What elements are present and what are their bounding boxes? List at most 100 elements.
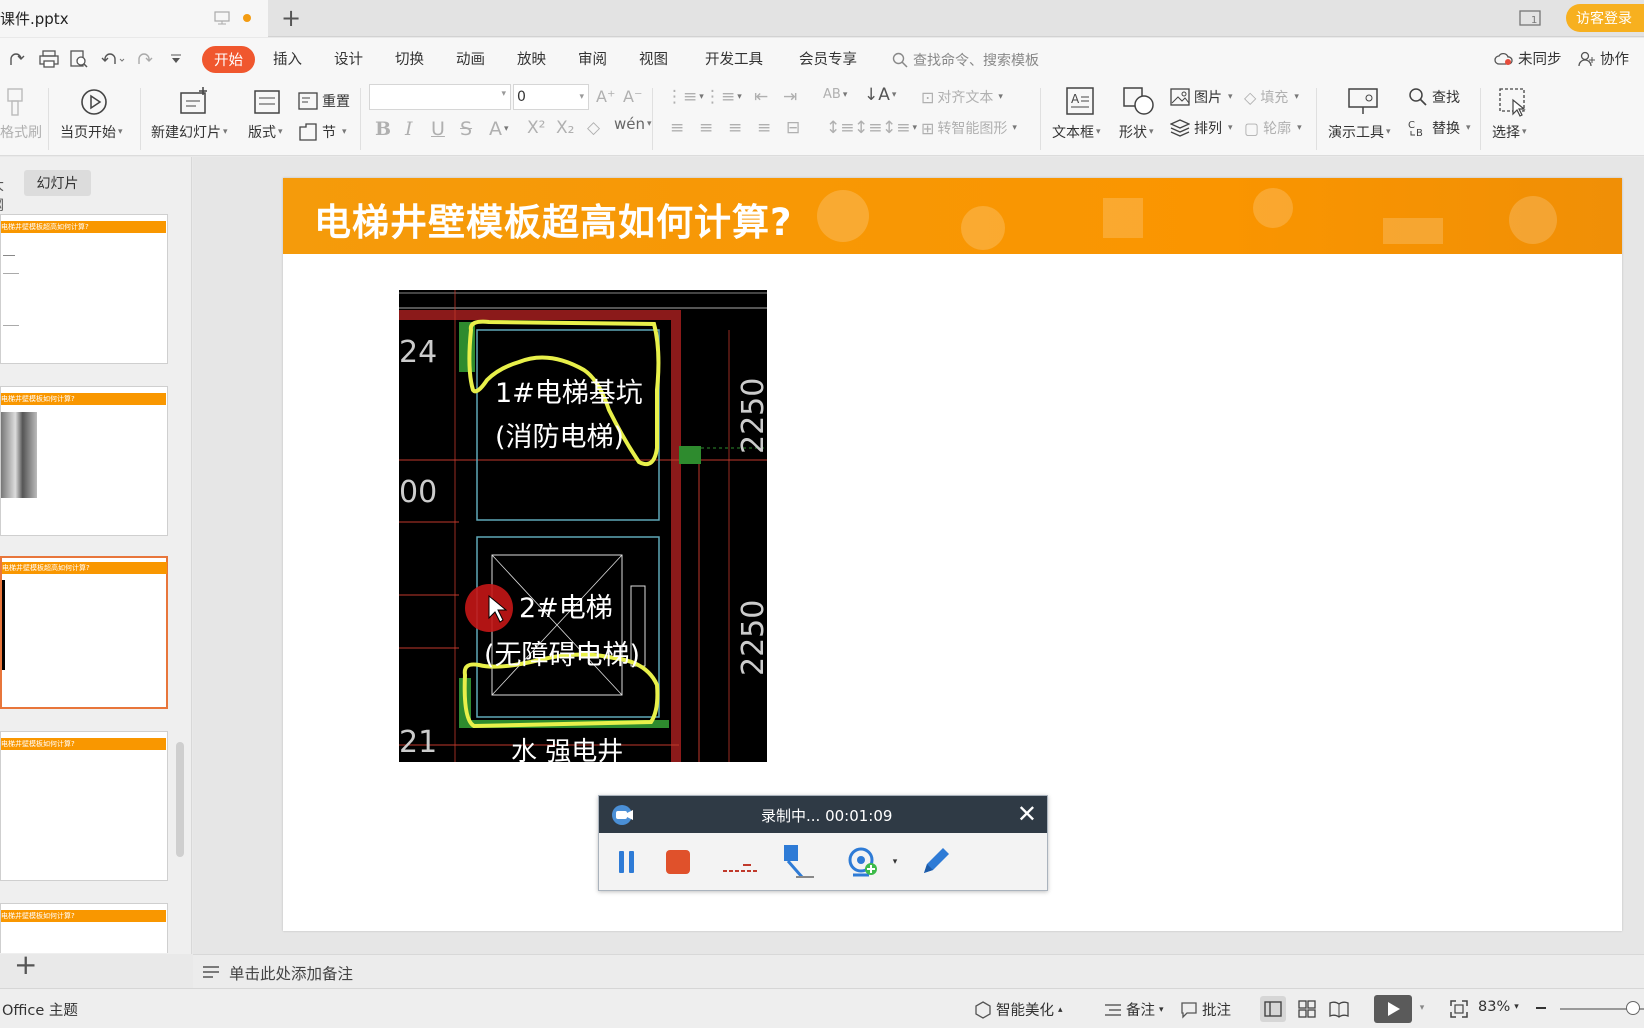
replace-button[interactable]: CB 替换 ▾ bbox=[1408, 118, 1471, 138]
arrange-button[interactable]: 排列 ▾ bbox=[1170, 118, 1233, 138]
fill-button[interactable]: ◇ 填充 ▾ bbox=[1244, 87, 1299, 107]
smartart-button[interactable]: ⊞ 转智能图形 ▾ bbox=[921, 118, 1017, 138]
recorder-header[interactable]: 录制中... 00:01:09 ✕ bbox=[599, 796, 1047, 833]
layout-icon[interactable] bbox=[252, 87, 282, 117]
text-direction-icon[interactable]: ↓A ▾ bbox=[864, 85, 896, 105]
fit-window-icon[interactable] bbox=[1448, 998, 1470, 1020]
distribute-icon[interactable]: ⊟ bbox=[786, 118, 800, 138]
align-text-button[interactable]: ⊡ 对齐文本 ▾ bbox=[921, 87, 1003, 107]
stop-icon[interactable] bbox=[663, 847, 693, 877]
collaborate-button[interactable]: 协作 bbox=[1578, 48, 1629, 69]
webcam-dropdown-icon[interactable]: ▾ bbox=[889, 856, 901, 868]
pause-icon[interactable] bbox=[614, 847, 640, 877]
play-slideshow-icon[interactable] bbox=[1374, 995, 1412, 1023]
add-slide-button[interactable]: + bbox=[14, 948, 37, 981]
new-tab-button[interactable]: + bbox=[278, 4, 304, 32]
document-tab[interactable]: 课件.pptx bbox=[0, 0, 268, 37]
line-spacing-icon[interactable]: ↕≡ bbox=[826, 118, 855, 138]
tab-member[interactable]: 会员专享 bbox=[799, 48, 857, 69]
font-color-icon[interactable]: A ▾ bbox=[489, 118, 509, 140]
play-from-current-icon[interactable] bbox=[78, 86, 110, 118]
format-painter-label[interactable]: 格式刷 bbox=[0, 122, 42, 142]
play-from-current-button[interactable]: 当页开始 ▾ bbox=[60, 122, 123, 142]
comments-button[interactable]: 批注 bbox=[1180, 999, 1231, 1020]
layout-button[interactable]: 版式 ▾ bbox=[248, 122, 283, 142]
textbox-button[interactable]: 文本框 ▾ bbox=[1052, 122, 1101, 142]
align-left-icon[interactable]: ≡ bbox=[670, 118, 684, 138]
reading-view-icon[interactable] bbox=[1326, 996, 1352, 1022]
monitor-icon[interactable] bbox=[213, 10, 231, 26]
tab-insert[interactable]: 插入 bbox=[273, 48, 302, 69]
reset-button[interactable]: 重置 bbox=[298, 91, 350, 111]
decrease-indent-icon[interactable]: ⇤ bbox=[754, 87, 768, 107]
numbered-list-icon[interactable]: ⋮≡ ▾ bbox=[704, 87, 742, 107]
section-button[interactable]: 节 ▾ bbox=[298, 122, 347, 142]
picture-button[interactable]: 图片 ▾ bbox=[1170, 87, 1233, 107]
increase-font-icon[interactable]: A⁺ bbox=[596, 87, 615, 106]
justify-icon[interactable]: ≡ bbox=[757, 118, 771, 138]
tab-review[interactable]: 审阅 bbox=[578, 48, 607, 69]
notes-bar[interactable]: 单击此处添加备注 bbox=[193, 954, 1644, 988]
format-painter-icon[interactable] bbox=[0, 86, 30, 120]
increase-indent-icon[interactable]: ⇥ bbox=[783, 87, 797, 107]
command-search[interactable]: 查找命令、搜索模板 bbox=[892, 50, 1039, 70]
italic-icon[interactable]: I bbox=[405, 118, 413, 140]
find-button[interactable]: 查找 bbox=[1408, 87, 1460, 107]
slide-thumbnail-3[interactable]: 电梯井壁模板超高如何计算? bbox=[0, 556, 168, 709]
tab-design[interactable]: 设计 bbox=[334, 48, 363, 69]
slide-thumbnail-4[interactable]: 电梯井壁模板如何计算? bbox=[0, 731, 168, 881]
zoom-out-icon[interactable] bbox=[1534, 1001, 1548, 1015]
select-button[interactable]: 选择 ▾ bbox=[1492, 122, 1527, 142]
slide-title[interactable]: 电梯井壁模板超高如何计算? bbox=[314, 192, 792, 246]
pen-icon[interactable] bbox=[917, 844, 953, 880]
para-spacing-icon[interactable]: ↕≡ bbox=[854, 118, 883, 138]
bold-icon[interactable]: B bbox=[375, 118, 391, 140]
audio-level-icon[interactable] bbox=[721, 852, 759, 876]
tab-slides[interactable]: 幻灯片 bbox=[24, 170, 91, 196]
slide-sorter-icon[interactable] bbox=[1294, 996, 1320, 1022]
superscript-icon[interactable]: X² bbox=[527, 118, 545, 138]
zoom-slider-thumb[interactable] bbox=[1626, 1001, 1640, 1015]
slide-thumbnail-2[interactable]: 电梯井壁模板如何计算? bbox=[0, 386, 168, 536]
slide-thumbnail-5[interactable]: 电梯井壁模板如何计算? bbox=[0, 903, 168, 953]
subscript-icon[interactable]: X₂ bbox=[556, 118, 574, 138]
presentation-tools-button[interactable]: 演示工具 ▾ bbox=[1328, 122, 1391, 142]
sync-button[interactable]: 未同步 bbox=[1494, 48, 1562, 69]
align-center-icon[interactable]: ≡ bbox=[699, 118, 713, 138]
shape-button[interactable]: 形状 ▾ bbox=[1119, 122, 1154, 142]
window-layout-icon[interactable]: 1 bbox=[1518, 8, 1542, 28]
phonetic-icon[interactable]: wén ▾ bbox=[614, 115, 652, 133]
notes-toggle-button[interactable]: 备注 ▾ bbox=[1104, 999, 1164, 1020]
tab-outline[interactable]: 大纲 bbox=[0, 175, 14, 215]
char-spacing-icon[interactable]: AB ▾ bbox=[823, 87, 847, 102]
cad-drawing-image[interactable]: 1#电梯基坑 (消防电梯) 2#电梯 (无障碍电梯) 24 00 21 2250… bbox=[399, 290, 767, 762]
tab-transitions[interactable]: 切换 bbox=[395, 48, 424, 69]
zoom-level[interactable]: 83% ▾ bbox=[1478, 999, 1519, 1015]
outline-button[interactable]: ▢ 轮廓 ▾ bbox=[1244, 118, 1302, 138]
clear-format-icon[interactable]: ◇ bbox=[587, 118, 600, 138]
bullet-list-icon[interactable]: ⋮≡ ▾ bbox=[666, 87, 704, 107]
presentation-tools-icon[interactable] bbox=[1346, 84, 1382, 118]
redo-icon[interactable] bbox=[134, 49, 156, 69]
new-slide-button[interactable]: 新建幻灯片 ▾ bbox=[151, 122, 228, 142]
slideshow-dropdown-icon[interactable]: ▾ bbox=[1416, 1001, 1428, 1015]
spacing-options-icon[interactable]: ↕≡ ▾ bbox=[882, 118, 917, 138]
annotation-pin-icon[interactable] bbox=[779, 842, 817, 882]
tab-view[interactable]: 视图 bbox=[639, 48, 668, 69]
guest-login-button[interactable]: 访客登录 bbox=[1566, 4, 1644, 32]
decrease-font-icon[interactable]: A⁻ bbox=[623, 87, 642, 106]
font-family-select[interactable]: ▾ bbox=[369, 84, 511, 110]
tab-slideshow[interactable]: 放映 bbox=[517, 48, 546, 69]
strikethrough-icon[interactable]: S bbox=[460, 118, 472, 140]
normal-view-icon[interactable] bbox=[1260, 996, 1286, 1022]
quick-access-dropdown-icon[interactable] bbox=[168, 51, 184, 67]
redo-arrow-icon[interactable] bbox=[6, 50, 26, 70]
align-right-icon[interactable]: ≡ bbox=[728, 118, 742, 138]
new-slide-icon[interactable] bbox=[177, 85, 211, 119]
print-icon[interactable] bbox=[38, 49, 60, 69]
slide-thumbnail-1[interactable]: 电梯井壁模板超高如何计算? bbox=[0, 214, 168, 364]
panel-scrollbar[interactable] bbox=[176, 742, 184, 857]
textbox-icon[interactable]: A bbox=[1064, 84, 1096, 118]
webcam-add-icon[interactable] bbox=[845, 846, 881, 880]
smart-beautify-button[interactable]: 智能美化 ▴ bbox=[974, 999, 1063, 1020]
